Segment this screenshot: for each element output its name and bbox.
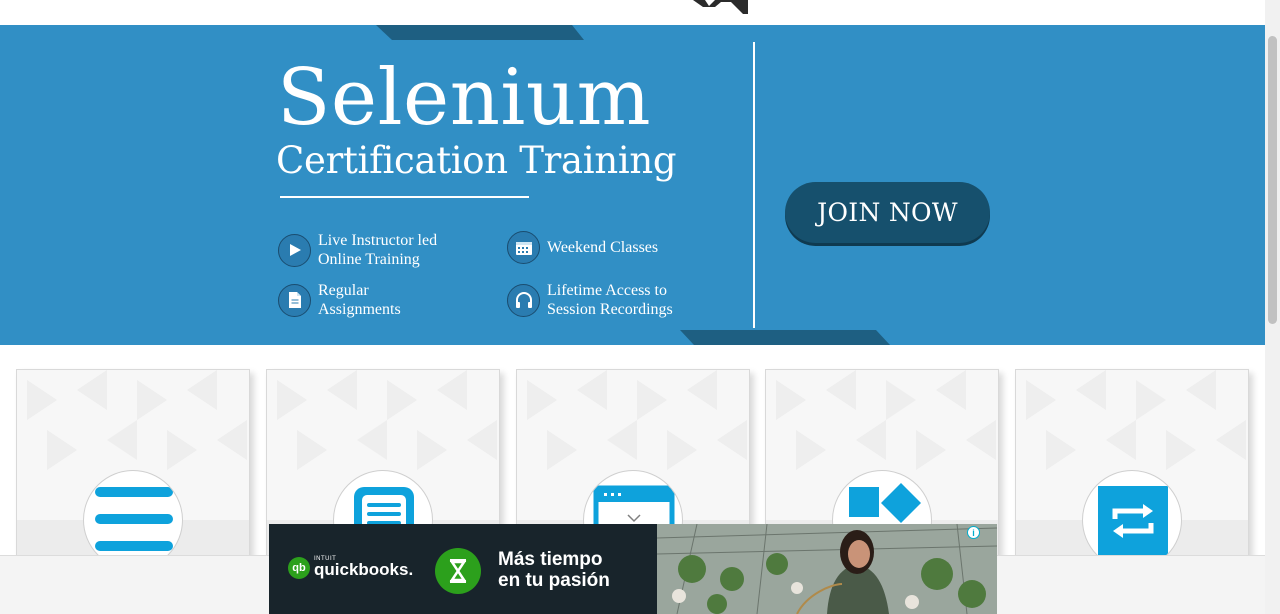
banner-subtitle: Certification Training: [276, 139, 677, 182]
top-strip: [0, 0, 1265, 25]
calendar-icon: [507, 231, 540, 264]
headphones-icon: [507, 283, 540, 317]
feature-line: Assignments: [318, 301, 401, 318]
title-underline: [280, 196, 529, 198]
feature-assignments: Regular Assignments: [278, 281, 401, 319]
logo-fragment-icon: [693, 0, 748, 14]
feature-line: Lifetime Access to: [547, 282, 667, 299]
ad-brand: quickbooks.: [314, 560, 414, 579]
ad-photo: [657, 524, 997, 614]
course-card[interactable]: [1015, 369, 1249, 569]
selenium-banner[interactable]: Selenium Certification Training Live Ins…: [0, 25, 1265, 345]
banner-title: Selenium: [277, 53, 652, 143]
ad-headline: Más tiempo en tu pasión: [498, 549, 610, 591]
feature-line: Session Recordings: [547, 301, 673, 318]
play-icon: [278, 233, 311, 267]
ad-info-icon[interactable]: i: [967, 526, 980, 539]
course-card[interactable]: [16, 369, 250, 569]
feature-line: Online Training: [318, 251, 420, 268]
hourglass-icon: [435, 548, 481, 594]
page-scrollbar[interactable]: [1265, 0, 1280, 614]
feature-line: Regular: [318, 282, 369, 299]
feature-weekend-classes: Weekend Classes: [507, 231, 658, 264]
feature-live-training: Live Instructor led Online Training: [278, 231, 437, 269]
ad-headline-line: Más tiempo: [498, 549, 603, 570]
ad-panel: qb INTUIT quickbooks. Más tiempo en tu p…: [269, 524, 657, 614]
quickbooks-logo-icon: qb: [288, 557, 310, 579]
feature-lifetime-access: Lifetime Access to Session Recordings: [507, 281, 673, 319]
scrollbar-thumb[interactable]: [1268, 36, 1277, 324]
join-now-button[interactable]: JOIN NOW: [785, 182, 990, 243]
ad-headline-line: en tu pasión: [498, 570, 610, 591]
feature-line: Live Instructor led: [318, 232, 438, 249]
banner-divider: [753, 42, 755, 328]
quickbooks-ad[interactable]: qb INTUIT quickbooks. Más tiempo en tu p…: [269, 524, 997, 614]
feature-line: Weekend Classes: [547, 239, 659, 256]
document-icon: [278, 283, 311, 317]
